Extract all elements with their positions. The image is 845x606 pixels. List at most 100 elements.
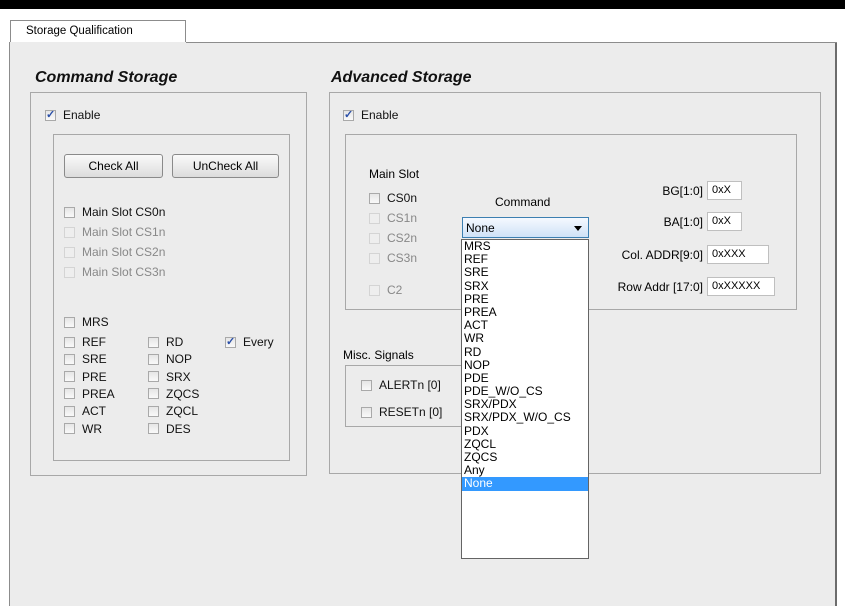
advanced-slot-cs0n-checkbox[interactable]: CS0n [369, 191, 417, 205]
field-label-col-addr-9-0: Col. ADDR[9:0] [621, 248, 703, 262]
checkbox-box [64, 226, 75, 238]
advanced-enable-label: Enable [361, 108, 399, 122]
checkbox-box [64, 266, 75, 278]
command-zqcl-label: ZQCL [166, 404, 199, 419]
checkbox-box [64, 371, 75, 383]
command-slot-2-checkbox[interactable]: Main Slot CS2n [64, 245, 165, 259]
command-label: Command [495, 195, 551, 209]
command-enable-label: Enable [63, 108, 101, 122]
command-dropdown-list[interactable]: MRS REF SRE SRX PRE PREA ACT WR RD NOP PDE PDE_W/O_… [461, 239, 589, 559]
field-input-ba-1-0[interactable]: 0xX [707, 212, 742, 231]
every-checkbox[interactable]: Every [225, 335, 274, 349]
checkbox-box [64, 405, 75, 417]
advanced-label-c2: C2 [387, 283, 403, 297]
command-zqcs-checkbox[interactable]: ZQCS [148, 387, 199, 401]
checkbox-box [369, 232, 380, 244]
field-input-bg-1-0[interactable]: 0xX [707, 181, 742, 200]
command-pre-label: PRE [82, 369, 107, 384]
check-all-button[interactable]: Check All [64, 154, 163, 178]
panel-top-border [186, 42, 837, 43]
field-label-row-addr-17-0: Row Addr [17:0] [617, 280, 703, 294]
advanced-slot-cs1n-label: CS1n [387, 211, 418, 225]
checkbox-box [148, 353, 159, 365]
misc-resetn-0-checkbox[interactable]: RESETn [0] [361, 405, 442, 419]
checkbox-box [148, 336, 159, 348]
command-rd-checkbox[interactable]: RD [148, 335, 183, 349]
field-input-col-addr-9-0[interactable]: 0xXXX [707, 245, 769, 264]
every-label: Every [243, 335, 274, 349]
uncheck-all-button[interactable]: UnCheck All [172, 154, 279, 178]
command-ref-label: REF [82, 335, 106, 349]
advanced-slot-cs3n-checkbox[interactable]: CS3n [369, 251, 417, 265]
command-nop-checkbox[interactable]: NOP [148, 352, 192, 366]
field-label-bg-1-0: BG[1:0] [662, 184, 703, 198]
dropdown-option-rd[interactable]: RD [462, 345, 588, 359]
command-des-label: DES [166, 421, 191, 436]
dropdown-option-srx[interactable]: SRX [462, 279, 588, 293]
field-input-row-addr-17-0[interactable]: 0xXXXXX [707, 277, 775, 296]
dropdown-option-nop[interactable]: NOP [462, 358, 588, 372]
command-zqcl-checkbox[interactable]: ZQCL [148, 404, 198, 418]
command-nop-label: NOP [166, 352, 193, 367]
command-slot-3-label: Main Slot CS3n [82, 265, 166, 279]
checkbox-box [225, 335, 236, 348]
field-label-ba-1-0: BA[1:0] [663, 215, 703, 229]
command-slot-3-checkbox[interactable]: Main Slot CS3n [64, 265, 165, 279]
dropdown-option-wr[interactable]: WR [462, 332, 588, 345]
command-sre-checkbox[interactable]: SRE [64, 352, 107, 366]
command-prea-label: PREA [82, 386, 115, 401]
checkbox-box [64, 316, 75, 328]
command-slot-0-checkbox[interactable]: Main Slot CS0n [64, 205, 165, 219]
checkbox-box [64, 388, 75, 400]
advanced-enable-checkbox[interactable]: Enable [343, 108, 398, 122]
checkbox-box [343, 108, 354, 121]
checkbox-box [369, 252, 380, 264]
advanced-checkbox-c2[interactable]: C2 [369, 283, 402, 297]
command-storage-title: Command Storage [35, 69, 178, 86]
command-slot-1-checkbox[interactable]: Main Slot CS1n [64, 225, 165, 239]
dropdown-option-srx-pdx-w-o-cs[interactable]: SRX/PDX_W/O_CS [462, 411, 588, 424]
main-slot-label: Main Slot [369, 167, 420, 181]
dropdown-option-none[interactable]: None [462, 477, 588, 491]
checkbox-box [369, 192, 380, 204]
command-act-checkbox[interactable]: ACT [64, 404, 106, 418]
misc-alertn-0-label: ALERTn [0] [379, 378, 441, 392]
dropdown-option-pdx[interactable]: PDX [462, 424, 588, 438]
advanced-slot-cs2n-label: CS2n [387, 231, 418, 245]
checkbox-box [148, 371, 159, 383]
command-select[interactable]: None [462, 217, 589, 238]
checkbox-box [45, 108, 56, 121]
misc-signals-label: Misc. Signals [343, 348, 414, 362]
checkbox-box [64, 423, 75, 434]
command-select-value: None [466, 221, 495, 235]
command-slot-1-label: Main Slot CS1n [82, 225, 166, 239]
advanced-slot-cs0n-label: CS0n [387, 191, 418, 205]
command-slot-0-label: Main Slot CS0n [82, 205, 166, 219]
command-wr-label: WR [82, 421, 102, 436]
advanced-storage-title: Advanced Storage [331, 69, 472, 86]
command-slot-2-label: Main Slot CS2n [82, 245, 166, 259]
command-ref-checkbox[interactable]: REF [64, 335, 106, 349]
command-label-mrs: MRS [82, 315, 109, 329]
checkbox-box [64, 353, 75, 365]
command-enable-checkbox[interactable]: Enable [45, 108, 100, 122]
command-zqcs-label: ZQCS [166, 386, 200, 401]
tab-storage-qualification[interactable]: Storage Qualification [10, 20, 186, 42]
command-srx-label: SRX [166, 369, 191, 384]
advanced-slot-cs2n-checkbox[interactable]: CS2n [369, 231, 417, 245]
dropdown-option-sre[interactable]: SRE [462, 266, 588, 279]
command-sre-label: SRE [82, 352, 107, 367]
command-checkbox-mrs[interactable]: MRS [64, 315, 109, 329]
command-prea-checkbox[interactable]: PREA [64, 387, 115, 401]
command-act-label: ACT [82, 404, 106, 419]
command-srx-checkbox[interactable]: SRX [148, 370, 191, 384]
command-des-checkbox[interactable]: DES [148, 422, 191, 436]
chevron-down-icon [574, 226, 582, 231]
dropdown-option-pre[interactable]: PRE [462, 292, 588, 306]
command-pre-checkbox[interactable]: PRE [64, 370, 107, 384]
checkbox-box [64, 336, 75, 348]
command-rd-label: RD [166, 335, 184, 349]
misc-alertn-0-checkbox[interactable]: ALERTn [0] [361, 378, 441, 392]
advanced-slot-cs1n-checkbox[interactable]: CS1n [369, 211, 417, 225]
command-wr-checkbox[interactable]: WR [64, 422, 102, 436]
